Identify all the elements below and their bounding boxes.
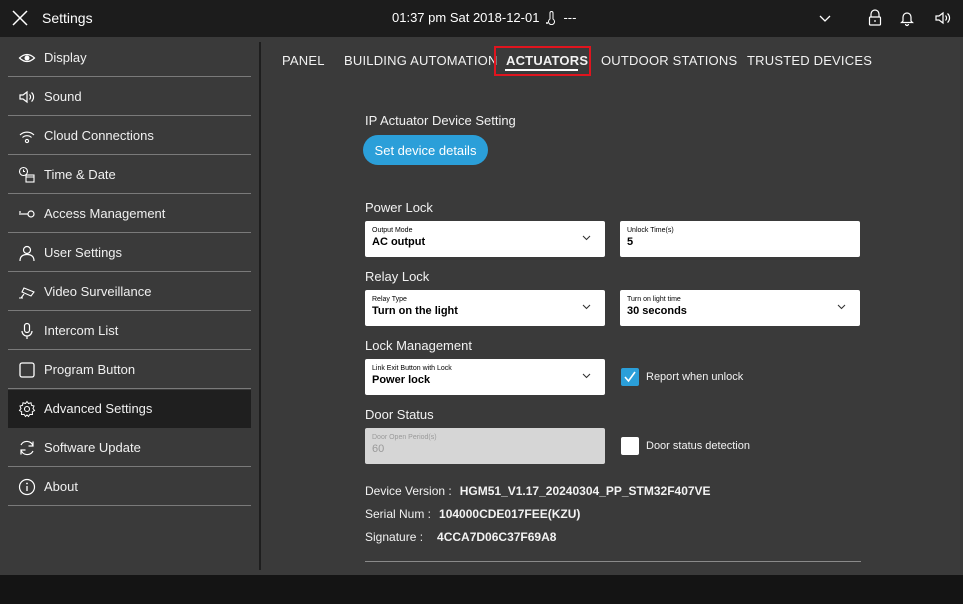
eye-icon (18, 49, 36, 67)
sidebar-item-access-management[interactable]: Access Management (8, 195, 251, 233)
wifi-icon (18, 127, 36, 145)
top-bar: Settings 01:37 pm Sat 2018-12-01 --- (0, 0, 963, 37)
speaker-icon (18, 88, 36, 106)
sidebar-item-about[interactable]: About (8, 468, 251, 506)
link-exit-button-label: Link Exit Button with Lock (372, 365, 452, 372)
chevron-down-icon (582, 304, 591, 310)
signature-value: 4CCA7D06C37F69A8 (437, 530, 557, 544)
gear-icon (18, 400, 36, 418)
signature-label: Signature : (365, 530, 424, 544)
sidebar-item-program-button[interactable]: Program Button (8, 351, 251, 389)
bottom-bar (0, 575, 963, 604)
bell-icon[interactable] (898, 9, 916, 27)
signature-row: Signature : 4CCA7D06C37F69A8 (365, 530, 556, 544)
window-title: Settings (42, 10, 93, 26)
report-when-unlock-label: Report when unlock (646, 371, 744, 383)
sidebar-item-cloud-connections[interactable]: Cloud Connections (8, 117, 251, 155)
link-exit-button-select[interactable]: Link Exit Button with Lock Power lock (365, 359, 605, 395)
sidebar-item-label: Advanced Settings (44, 401, 153, 416)
checkmark-icon (624, 371, 636, 383)
content-divider (365, 561, 861, 562)
sidebar-item-intercom-list[interactable]: Intercom List (8, 312, 251, 350)
device-version-row: Device Version : HGM51_V1.17_20240304_PP_… (365, 484, 711, 498)
sidebar-item-label: Software Update (44, 440, 141, 455)
chevron-down-icon (582, 373, 591, 379)
sidebar-item-label: Access Management (44, 206, 166, 221)
door-open-period-input: Door Open Period(s) 60 (365, 428, 605, 464)
tab-outdoor-stations[interactable]: OUTDOOR STATIONS (601, 53, 737, 68)
temperature-text: --- (563, 10, 577, 25)
tab-panel[interactable]: PANEL (282, 53, 325, 68)
report-when-unlock-checkbox[interactable] (621, 368, 639, 386)
output-mode-label: Output Mode (372, 227, 413, 234)
sidebar-item-display[interactable]: Display (8, 39, 251, 77)
turn-on-light-time-select[interactable]: Turn on light time 30 seconds (620, 290, 860, 326)
square-icon (18, 361, 36, 379)
unlock-time-label: Unlock Time(s) (627, 227, 674, 234)
door-open-period-value: 60 (372, 443, 385, 455)
output-mode-select[interactable]: Output Mode AC output (365, 221, 605, 257)
output-mode-value: AC output (372, 236, 426, 248)
camera-icon (18, 283, 36, 301)
power-lock-heading: Power Lock (365, 200, 433, 215)
sidebar-item-video-surveillance[interactable]: Video Surveillance (8, 273, 251, 311)
sidebar-item-time-date[interactable]: Time & Date (8, 156, 251, 194)
relay-type-label: Relay Type (372, 296, 407, 303)
datetime-text: 01:37 pm Sat 2018-12-01 (392, 10, 540, 25)
relay-type-value: Turn on the light (372, 305, 458, 317)
close-icon[interactable] (10, 8, 30, 28)
set-device-details-button[interactable]: Set device details (363, 135, 488, 165)
sidebar-item-label: Program Button (44, 362, 136, 377)
turn-on-light-time-value: 30 seconds (627, 305, 687, 317)
unlock-time-input[interactable]: Unlock Time(s) 5 (620, 221, 860, 257)
sidebar-item-advanced-settings[interactable]: Advanced Settings (8, 390, 251, 428)
clock-calendar-icon (18, 166, 36, 184)
info-icon (18, 478, 36, 496)
ip-actuator-heading: IP Actuator Device Setting (365, 113, 516, 128)
door-status-heading: Door Status (365, 407, 434, 422)
sidebar-item-software-update[interactable]: Software Update (8, 429, 251, 467)
active-tab-highlight-box (494, 46, 591, 76)
refresh-icon (18, 439, 36, 457)
chevron-down-icon (837, 304, 846, 310)
door-status-detection-checkbox[interactable] (621, 437, 639, 455)
door-open-period-label: Door Open Period(s) (372, 434, 437, 441)
relay-lock-heading: Relay Lock (365, 269, 430, 284)
serial-num-row: Serial Num : 104000CDE017FEE(KZU) (365, 507, 580, 521)
relay-type-select[interactable]: Relay Type Turn on the light (365, 290, 605, 326)
serial-num-value: 104000CDE017FEE(KZU) (439, 507, 581, 521)
device-version-value: HGM51_V1.17_20240304_PP_STM32F407VE (459, 484, 711, 498)
key-icon (18, 205, 36, 223)
status-center: 01:37 pm Sat 2018-12-01 --- (392, 10, 576, 25)
link-exit-button-value: Power lock (372, 374, 431, 386)
turn-on-light-time-label: Turn on light time (627, 296, 681, 303)
sidebar-item-label: Sound (44, 89, 82, 104)
sidebar-item-sound[interactable]: Sound (8, 78, 251, 116)
lock-management-heading: Lock Management (365, 338, 472, 353)
unlock-time-value: 5 (627, 236, 634, 248)
user-icon (18, 244, 36, 262)
microphone-icon (18, 322, 36, 340)
sidebar-item-label: About (44, 479, 78, 494)
sidebar-item-label: Video Surveillance (44, 284, 152, 299)
speaker-icon[interactable] (933, 9, 951, 27)
sidebar-item-label: Cloud Connections (44, 128, 154, 143)
chevron-down-icon (582, 235, 591, 241)
serial-num-label: Serial Num : (365, 507, 432, 521)
thermometer-icon (546, 10, 556, 25)
tab-trusted-devices[interactable]: TRUSTED DEVICES (747, 53, 872, 68)
device-version-label: Device Version : (365, 484, 452, 498)
sidebar: Display Sound Cloud Connections Time & D… (0, 37, 262, 575)
sidebar-item-label: Display (44, 50, 87, 65)
door-status-detection-label: Door status detection (646, 440, 750, 452)
sidebar-item-label: Intercom List (44, 323, 119, 338)
sidebar-item-label: User Settings (44, 245, 123, 260)
chevron-down-icon[interactable] (816, 9, 834, 27)
sidebar-divider (259, 42, 261, 570)
lock-icon[interactable] (866, 9, 884, 27)
sidebar-item-user-settings[interactable]: User Settings (8, 234, 251, 272)
sidebar-item-label: Time & Date (44, 167, 116, 182)
tab-building-automation[interactable]: BUILDING AUTOMATION (344, 53, 498, 68)
